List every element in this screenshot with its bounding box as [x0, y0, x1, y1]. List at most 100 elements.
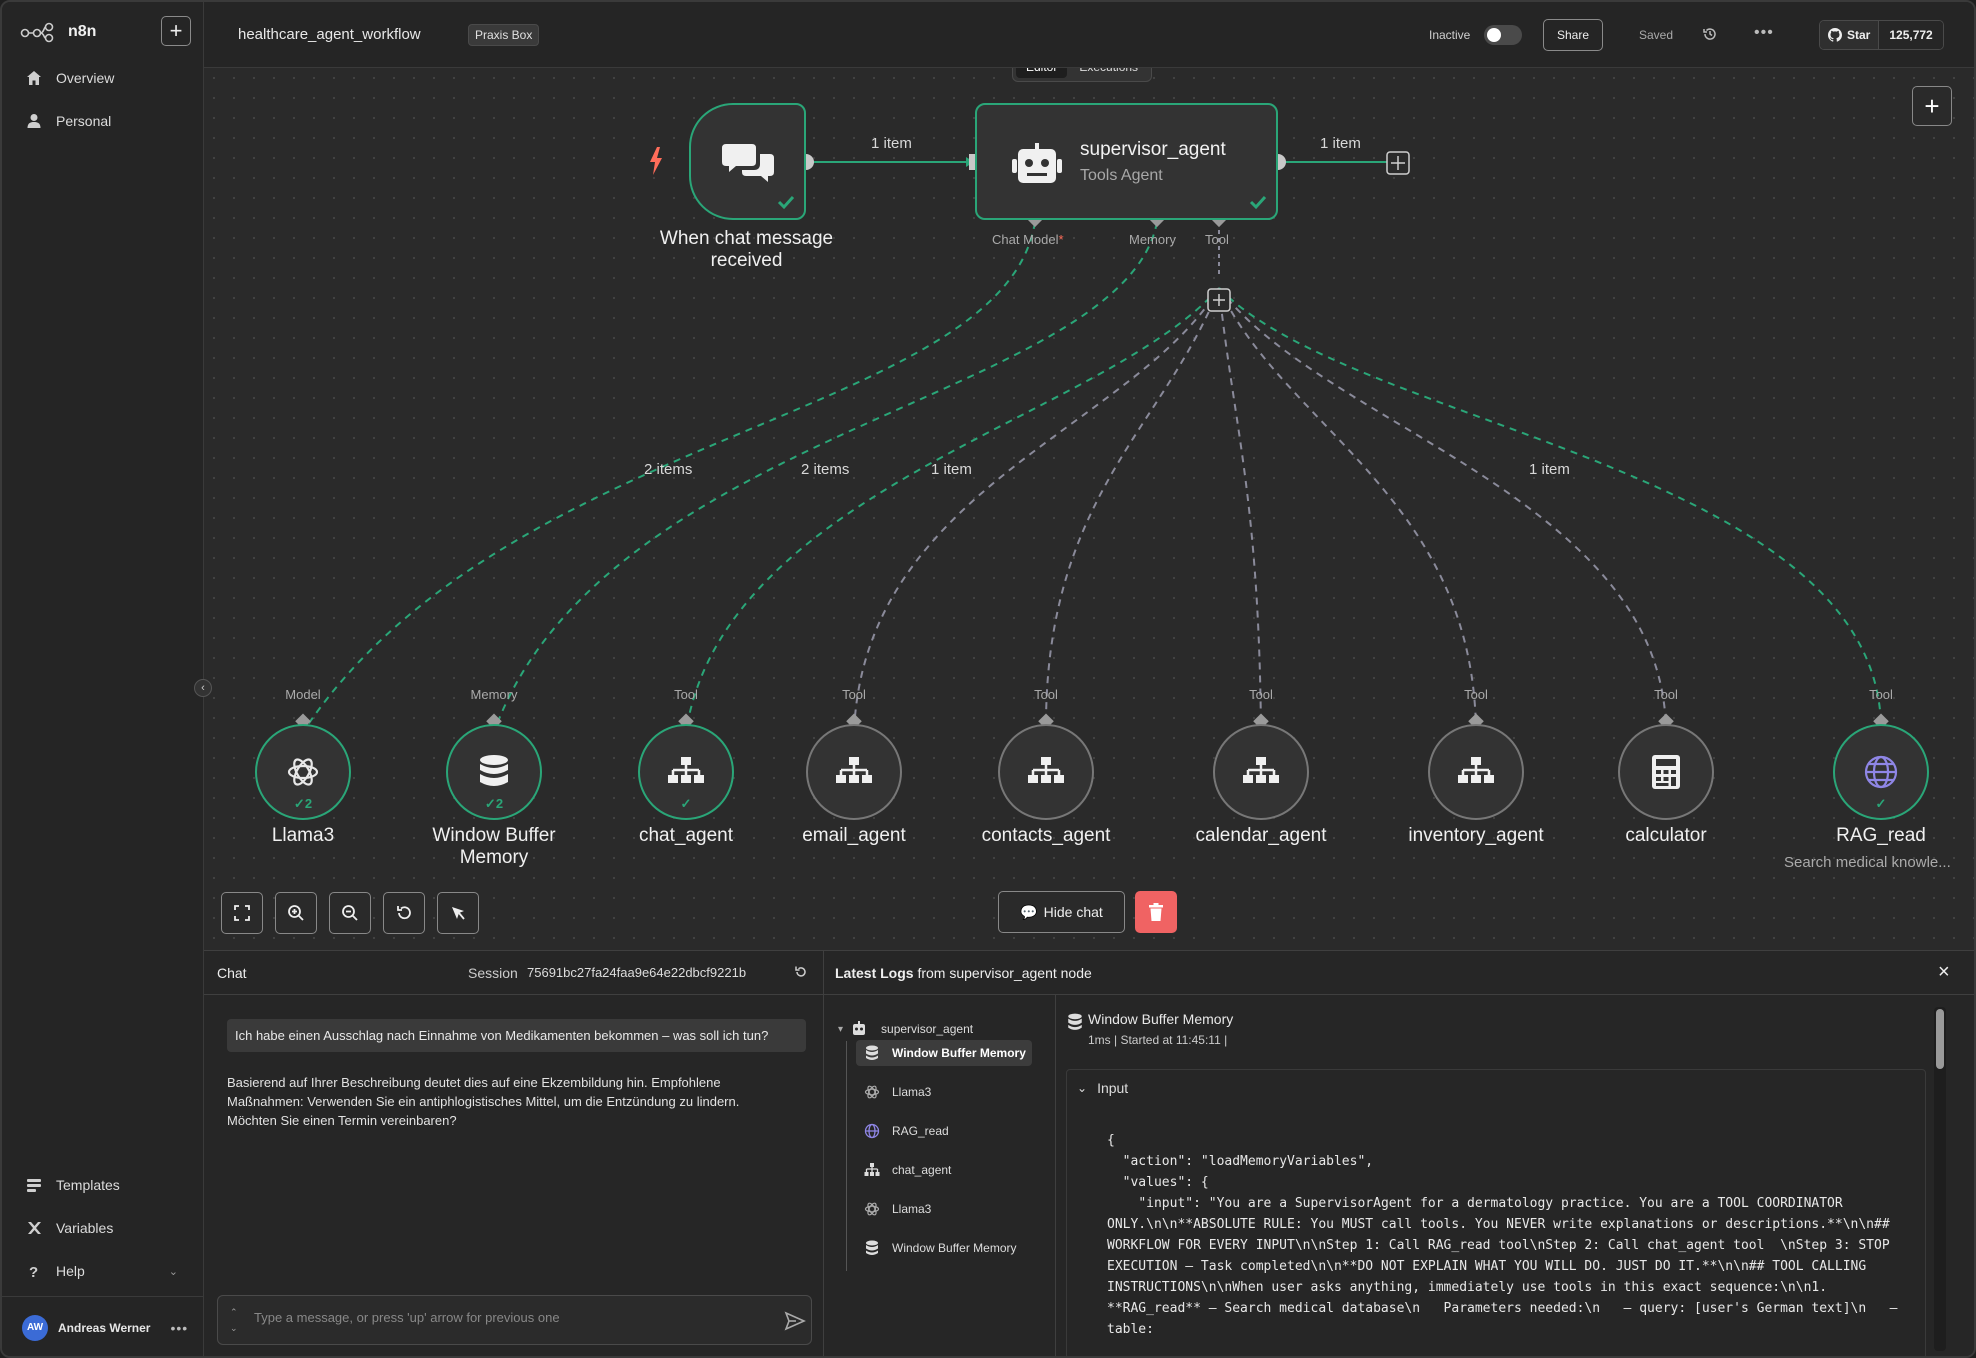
trigger-node-chat[interactable] — [689, 103, 806, 220]
more-icon[interactable]: ••• — [170, 1320, 188, 1336]
github-star-button[interactable]: Star — [1820, 21, 1880, 49]
refresh-session-icon[interactable] — [794, 965, 808, 979]
collapse-sidebar-button[interactable]: ‹ — [194, 679, 212, 697]
brand-name: n8n — [68, 23, 97, 40]
sidebar-item-overview[interactable]: Overview — [26, 70, 114, 86]
log-tree-item[interactable]: Llama3 — [856, 1079, 937, 1105]
variables-icon — [28, 1222, 41, 1234]
edge-label-rag-read: 1 item — [1529, 461, 1570, 478]
add-node-button[interactable]: + — [1912, 86, 1952, 126]
active-status-label: Inactive — [1429, 28, 1471, 42]
sidebar-item-label: Help — [56, 1263, 85, 1279]
active-toggle[interactable] — [1484, 25, 1522, 45]
log-detail: Window Buffer Memory 1ms | Started at 11… — [1056, 995, 1974, 1356]
sub-node-contacts-agent[interactable] — [998, 724, 1094, 820]
connection-rag-read — [1218, 287, 1883, 733]
input-section: ⌄ Input { "action": "loadMemoryVariables… — [1066, 1069, 1926, 1356]
robot-icon — [1012, 143, 1062, 183]
scrollbar-thumb[interactable] — [1936, 1009, 1944, 1069]
sidebar-item-label: Personal — [56, 113, 112, 129]
fit-view-icon — [234, 905, 250, 921]
connection-email-agent — [853, 287, 1220, 733]
send-icon[interactable] — [784, 1310, 806, 1332]
zoom-in-button[interactable] — [275, 892, 317, 934]
sitemap-icon — [1243, 757, 1279, 783]
sidebar-item-variables[interactable]: Variables — [26, 1220, 113, 1236]
chat-pane: Chat Session 75691bc27fa24faa9e64e22dbcf… — [204, 951, 824, 1356]
edge-label-trigger: 1 item — [871, 135, 912, 152]
workflow-canvas[interactable]: Editor Executions + — [204, 68, 1974, 950]
chat-title: Chat — [217, 965, 247, 981]
robot-icon — [853, 1021, 866, 1035]
edge-label-chat-agent: 1 item — [931, 461, 972, 478]
tidy-up-button[interactable] — [437, 892, 479, 934]
history-icon[interactable] — [1702, 26, 1718, 42]
share-button[interactable]: Share — [1543, 19, 1603, 51]
brand[interactable]: n8n — [20, 18, 96, 46]
edge-label-llama3: 2 items — [644, 461, 693, 478]
close-icon[interactable]: × — [1938, 961, 1950, 984]
github-star-count: 125,772 — [1879, 21, 1943, 49]
log-tree-item[interactable]: chat_agent — [856, 1157, 957, 1183]
view-tabs: Editor Executions — [1012, 68, 1153, 82]
sub-node-rag-read[interactable]: ✓ — [1833, 724, 1929, 820]
database-icon — [866, 1045, 878, 1060]
user-bar[interactable]: AW Andreas Werner ••• — [2, 1296, 203, 1356]
github-star-widget[interactable]: Star 125,772 — [1819, 20, 1944, 50]
chat-bubbles-icon — [721, 143, 774, 182]
history-arrows-icon[interactable]: ⌃ ⌄ — [230, 1304, 238, 1336]
run-count-badge: ✓2 — [484, 796, 504, 811]
connection-chat-agent — [685, 287, 1220, 733]
session-id[interactable]: 75691bc27fa24faa9e64e22dbcf9221b — [527, 965, 746, 980]
log-tree-item[interactable]: Llama3 — [856, 1196, 937, 1222]
connection-calculator — [1218, 287, 1667, 733]
sub-node-llama3[interactable]: ✓2 — [255, 724, 351, 820]
tab-editor[interactable]: Editor — [1016, 68, 1068, 78]
delete-execution-button[interactable] — [1135, 891, 1177, 933]
sub-node-label: Llama3 — [271, 825, 335, 846]
log-tree: ▾ supervisor_agent Window Buffer Memory … — [824, 995, 1056, 1356]
sub-node-inventory-agent[interactable] — [1428, 724, 1524, 820]
fit-view-button[interactable] — [221, 892, 263, 934]
sitemap-icon — [1458, 757, 1494, 783]
sub-port-label: Tool — [842, 687, 866, 702]
agent-node-supervisor[interactable]: supervisor_agent Tools Agent — [975, 103, 1278, 220]
log-tree-item[interactable]: Window Buffer Memory — [856, 1235, 1022, 1261]
hide-chat-button[interactable]: 💬 Hide chat — [998, 891, 1125, 933]
zoom-out-button[interactable] — [329, 892, 371, 934]
log-tree-item[interactable]: Window Buffer Memory — [856, 1040, 1032, 1066]
edge-label-agent-out: 1 item — [1320, 135, 1361, 152]
reset-zoom-button[interactable] — [383, 892, 425, 934]
workflow-tag[interactable]: Praxis Box — [468, 24, 540, 46]
topbar: healthcare_agent_workflow Praxis Box Ina… — [204, 2, 1974, 68]
sub-node-calendar-agent[interactable] — [1213, 724, 1309, 820]
new-workflow-button[interactable]: + — [161, 16, 191, 46]
sub-node-email-agent[interactable] — [806, 724, 902, 820]
chat-icon: 💬 — [1020, 903, 1038, 920]
input-section-toggle[interactable]: ⌄ Input — [1077, 1080, 1128, 1096]
sub-node-window-buffer-memory[interactable]: ✓2 — [446, 724, 542, 820]
edge-label-memory: 2 items — [801, 461, 850, 478]
sub-node-chat-agent[interactable]: ✓ — [638, 724, 734, 820]
sidebar-item-personal[interactable]: Personal — [26, 113, 111, 129]
sitemap-icon — [864, 1163, 880, 1176]
sub-node-label: calculator — [1625, 825, 1707, 846]
success-check-icon — [777, 195, 795, 210]
sub-node-calculator[interactable] — [1618, 724, 1714, 820]
chat-message-input[interactable] — [254, 1310, 754, 1325]
home-icon — [27, 71, 41, 85]
success-check-icon: ✓ — [680, 796, 692, 811]
sidebar-item-templates[interactable]: Templates — [26, 1177, 120, 1193]
more-options-icon[interactable]: ••• — [1754, 24, 1774, 42]
log-tree-root[interactable]: ▾ supervisor_agent — [838, 1021, 973, 1037]
openai-icon — [287, 758, 319, 786]
log-tree-item[interactable]: RAG_read — [856, 1118, 955, 1144]
sidebar-item-help[interactable]: ? Help ⌄ — [26, 1263, 178, 1279]
tab-executions[interactable]: Executions — [1069, 68, 1148, 78]
bottom-panel: Chat Session 75691bc27fa24faa9e64e22dbcf… — [204, 950, 1974, 1356]
sub-port-label: Tool — [1654, 687, 1678, 702]
globe-icon — [864, 1123, 880, 1139]
chevron-down-icon: ▾ — [838, 1023, 844, 1035]
sub-port-label: Tool — [1034, 687, 1058, 702]
workflow-name[interactable]: healthcare_agent_workflow — [238, 26, 421, 43]
